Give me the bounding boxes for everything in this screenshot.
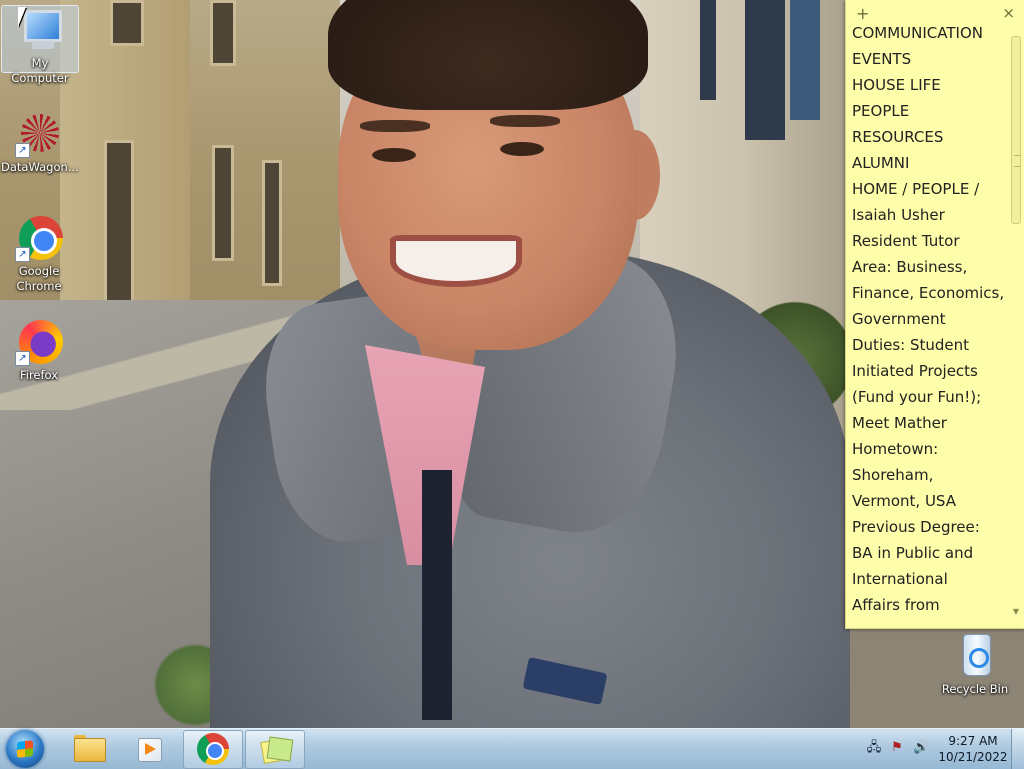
- sticky-note-line: HOUSE LIFE: [852, 76, 941, 94]
- desktop-icon-recycle-bin[interactable]: Recycle Bin: [937, 632, 1013, 697]
- taskbar-windows-explorer[interactable]: [60, 730, 118, 767]
- desktop-icon-label: Firefox: [19, 368, 59, 382]
- action-center-flag-icon[interactable]: ⚑: [889, 741, 905, 755]
- sticky-note-line: Meet Mather: [852, 414, 947, 432]
- scroll-down-arrow-icon[interactable]: ▼: [1013, 607, 1019, 616]
- sticky-note-line: Resident Tutor: [852, 232, 960, 250]
- sticky-note-line: Finance, Economics,: [852, 284, 1004, 302]
- system-tray: 🖧 ⚑ 🔊 9:27 AM 10/21/2022: [862, 729, 1012, 769]
- desktop-icon-label: DataWagon...: [1, 160, 79, 174]
- start-button[interactable]: [6, 730, 44, 768]
- show-desktop-button[interactable]: [1011, 729, 1024, 769]
- taskbar-google-chrome[interactable]: [183, 730, 243, 769]
- recycle-bin-icon: [951, 632, 999, 680]
- clock-time: 9:27 AM: [948, 734, 998, 748]
- volume-icon[interactable]: 🔊: [913, 741, 929, 755]
- sticky-note-line: Previous Degree:: [852, 518, 980, 536]
- sticky-note-line: Affairs from: [852, 596, 940, 614]
- desktop-icon-label: My Computer: [11, 56, 69, 85]
- sticky-note-line: Vermont, USA: [852, 492, 956, 510]
- sticky-note-line: Initiated Projects: [852, 362, 978, 380]
- network-icon[interactable]: 🖧: [866, 741, 882, 755]
- desktop-icon-google-chrome[interactable]: ↗ Google Chrome: [1, 214, 77, 294]
- chrome-icon: ↗: [15, 214, 63, 262]
- desktop-icon-label: Recycle Bin: [941, 682, 1009, 696]
- taskbar-media-player[interactable]: [121, 730, 179, 767]
- sticky-note-line: Shoreham,: [852, 466, 934, 484]
- sticky-note[interactable]: + × COMMUNICATION EVENTS HOUSE LIFE PEOPLE R…: [845, 0, 1024, 629]
- shortcut-arrow-icon: ↗: [15, 351, 30, 366]
- shortcut-arrow-icon: ↗: [15, 247, 30, 262]
- sticky-note-scrollbar[interactable]: [1009, 26, 1021, 616]
- sticky-note-line: HOME / PEOPLE /: [852, 180, 980, 198]
- sticky-note-line: (Fund your Fun!);: [852, 388, 982, 406]
- desktop-icon-my-computer[interactable]: My Computer: [1, 5, 79, 85]
- sticky-note-line: EVENTS: [852, 50, 912, 68]
- sticky-note-line: Government: [852, 310, 946, 328]
- sticky-note-line: Duties: Student: [852, 336, 970, 354]
- sticky-note-text[interactable]: COMMUNICATION EVENTS HOUSE LIFE PEOPLE RESOU…: [852, 20, 1004, 620]
- taskbar: 🖧 ⚑ 🔊 9:27 AM 10/21/2022: [0, 728, 1024, 769]
- sticky-note-line: Area: Business,: [852, 258, 968, 276]
- mouse-cursor-icon: [18, 7, 26, 27]
- firefox-icon: ↗: [15, 318, 63, 366]
- sticky-note-line: PEOPLE: [852, 102, 910, 120]
- sticky-note-line: RESOURCES: [852, 128, 944, 146]
- shortcut-arrow-icon: ↗: [15, 143, 30, 158]
- sticky-note-line: Hometown:: [852, 440, 939, 458]
- taskbar-sticky-notes[interactable]: [245, 730, 305, 769]
- sticky-note-line: Isaiah Usher: [852, 206, 945, 224]
- desktop-icon-firefox[interactable]: ↗ Firefox: [1, 318, 77, 383]
- clock[interactable]: 9:27 AM 10/21/2022: [938, 733, 1008, 765]
- windows-logo-icon: [17, 740, 33, 758]
- sticky-note-line: International: [852, 570, 948, 588]
- sticky-note-line: COMMUNICATION: [852, 24, 983, 42]
- desktop-icon-datawagon[interactable]: ↗ DataWagon...: [1, 110, 79, 175]
- folder-icon: [74, 738, 106, 762]
- delete-note-button[interactable]: ×: [1002, 4, 1015, 22]
- scrollbar-thumb[interactable]: [1011, 36, 1021, 224]
- clock-date: 10/21/2022: [938, 750, 1008, 764]
- sticky-note-line: BA in Public and: [852, 544, 974, 562]
- desktop[interactable]: My Computer ↗ DataWagon... ↗ Google Chro…: [0, 0, 1024, 728]
- sticky-note-line: ALUMNI: [852, 154, 910, 172]
- desktop-icon-label: Google Chrome: [16, 264, 62, 293]
- datawagon-icon: ↗: [15, 110, 63, 158]
